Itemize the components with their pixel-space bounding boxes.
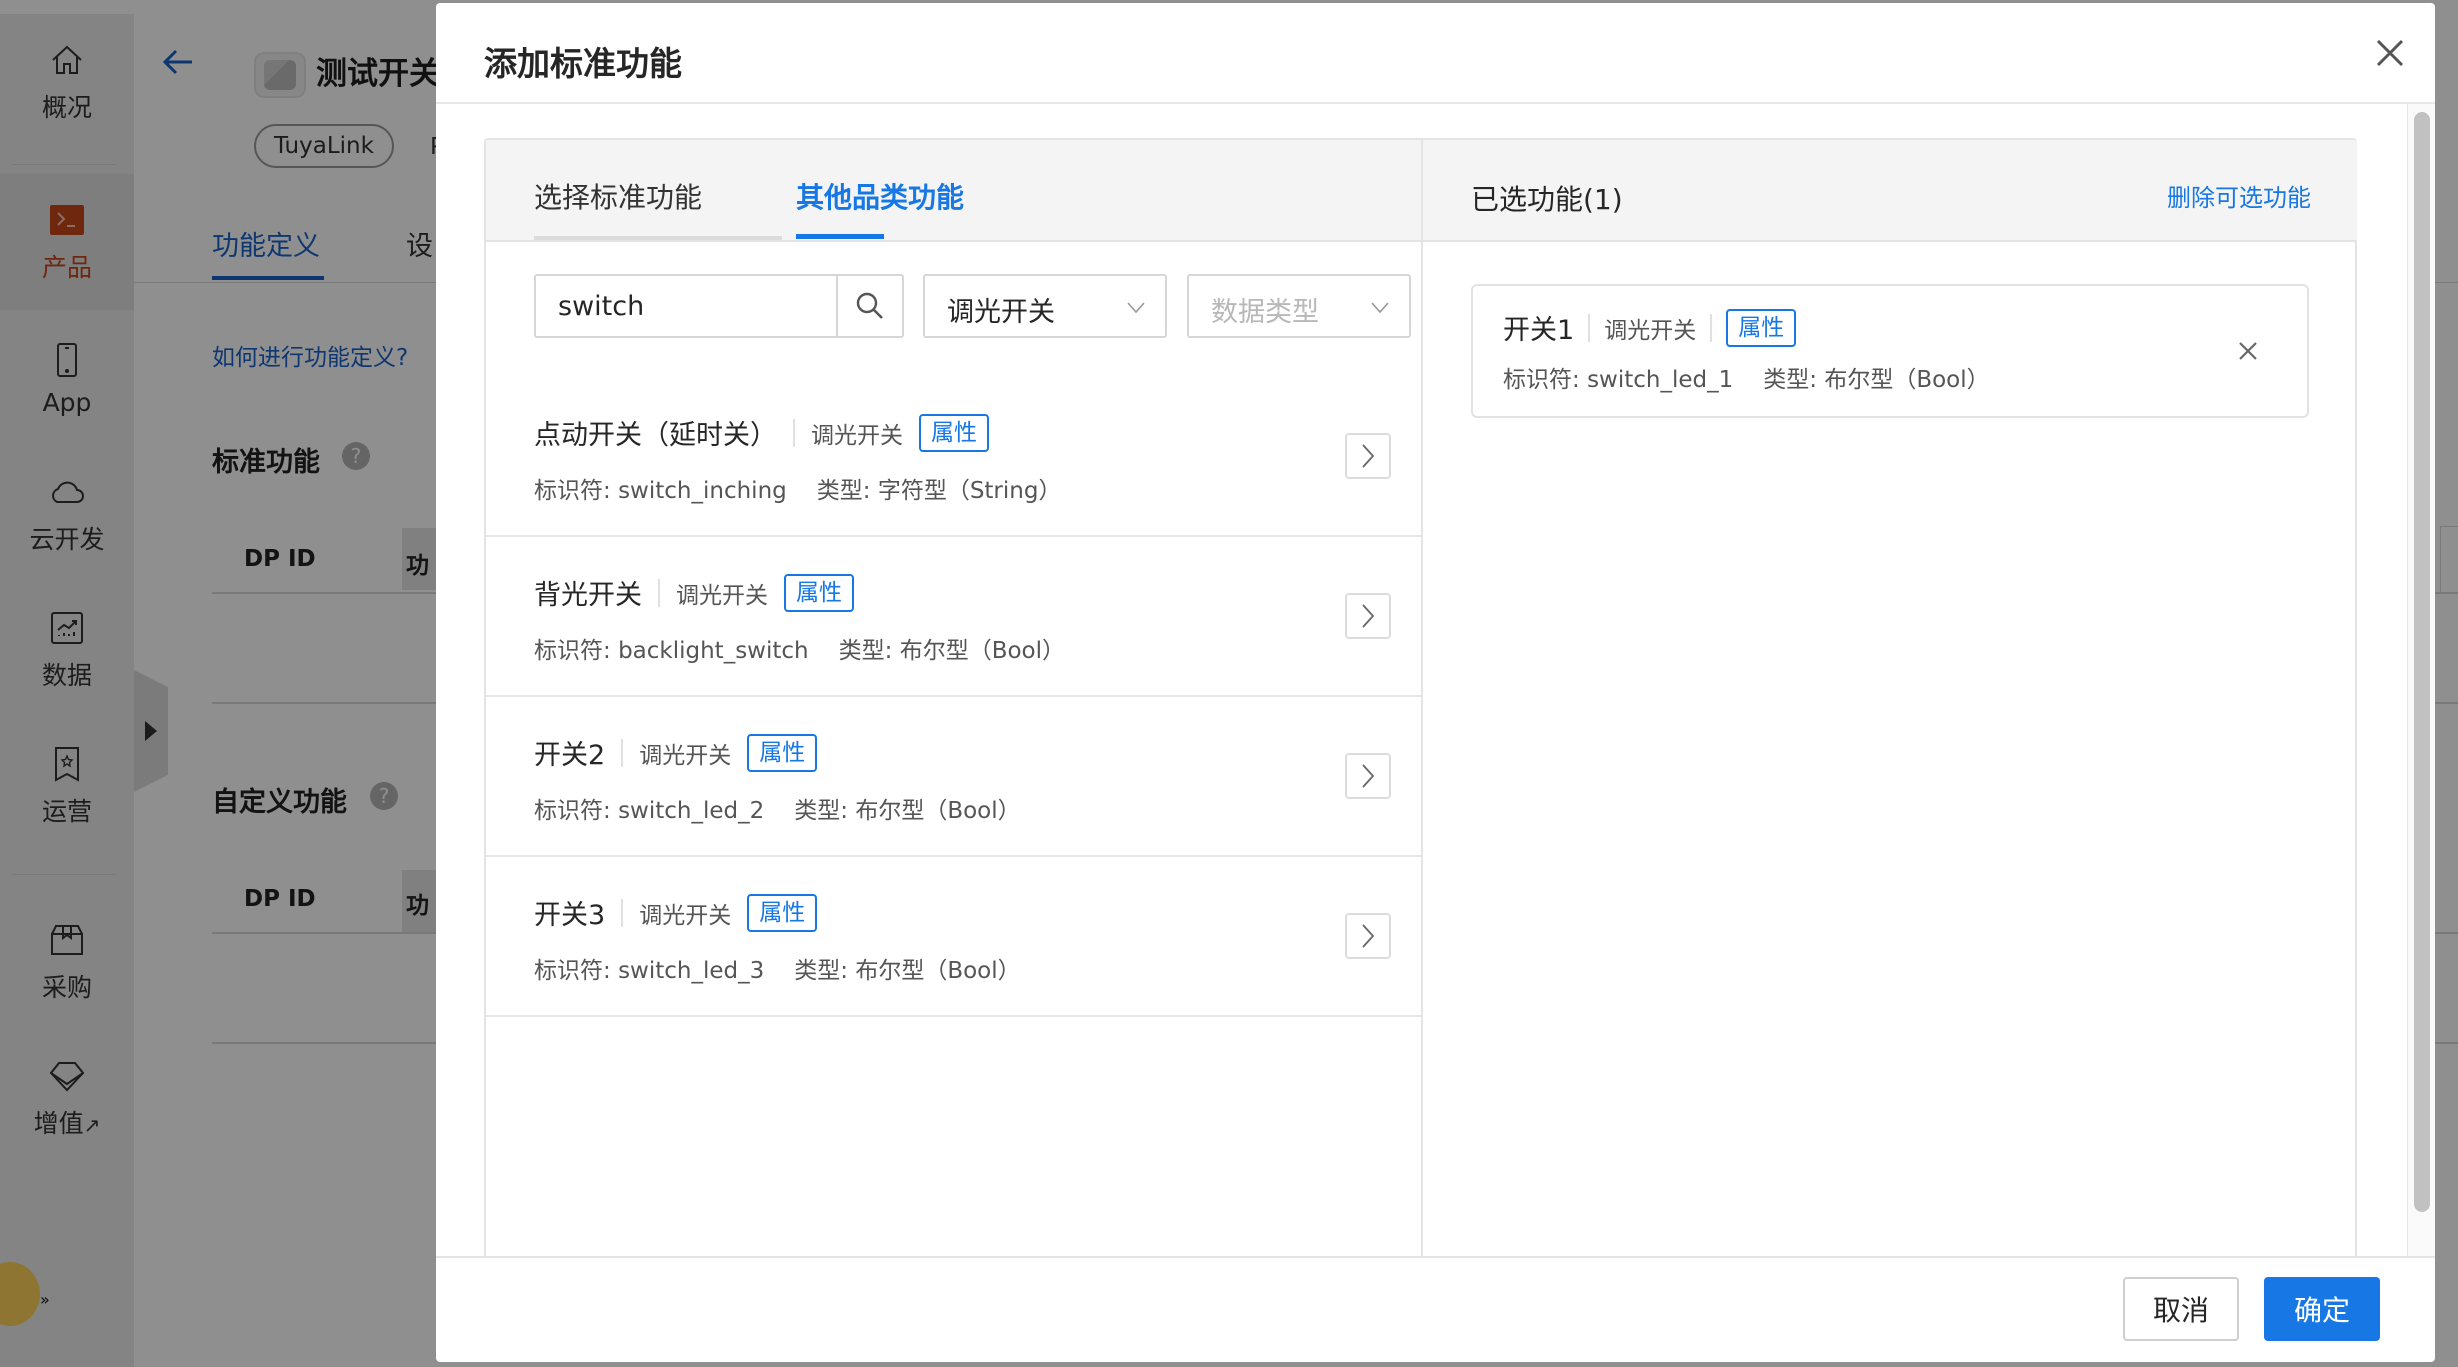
- function-category: 调光开关: [811, 422, 903, 449]
- search-field: [534, 274, 904, 338]
- function-type: 布尔型（Bool）: [855, 958, 1021, 984]
- chevron-right-icon: [1362, 764, 1375, 788]
- footer-divider: [436, 1256, 2435, 1258]
- chevron-down-icon: [1127, 302, 1145, 314]
- add-function-button[interactable]: [1345, 913, 1391, 959]
- property-tag: 属性: [919, 413, 989, 452]
- function-name: 背光开关: [534, 580, 642, 611]
- tab-active-indicator: [796, 234, 884, 239]
- add-function-button[interactable]: [1345, 433, 1391, 479]
- function-meta: 标识符: switch_led_2 类型: 布尔型（Bool）: [534, 798, 1021, 824]
- function-identifier: backlight_switch: [618, 638, 809, 664]
- remove-selected-icon[interactable]: [2233, 336, 2263, 366]
- list-item: 开关3 调光开关 属性 标识符: switch_led_3 类型: 布尔型（Boo…: [486, 857, 1421, 1017]
- list-item: 点动开关（延时关） 调光开关 属性 标识符: switch_inching 类型:…: [486, 377, 1421, 537]
- function-type: 布尔型（Bool）: [855, 798, 1021, 824]
- function-category: 调光开关: [639, 902, 732, 929]
- property-tag: 属性: [747, 733, 818, 772]
- add-function-button[interactable]: [1345, 593, 1391, 639]
- divider: [621, 738, 624, 767]
- header-divider: [436, 102, 2435, 104]
- page-edge-handle: [2440, 526, 2458, 594]
- function-category: 调光开关: [1604, 317, 1697, 344]
- chevron-right-icon: [1362, 604, 1375, 628]
- close-icon[interactable]: [2372, 35, 2408, 71]
- function-name: 开关3: [534, 900, 606, 931]
- divider: [658, 578, 660, 607]
- search-input[interactable]: [536, 276, 836, 336]
- divider: [1588, 313, 1591, 342]
- property-tag: 属性: [1726, 308, 1797, 347]
- function-category: 调光开关: [676, 582, 768, 609]
- function-type: 布尔型（Bool）: [899, 638, 1065, 664]
- selected-count-title: 已选功能(1): [1471, 183, 1623, 216]
- divider: [621, 898, 624, 927]
- function-type: 布尔型（Bool）: [1824, 367, 1990, 393]
- selected-header: 已选功能(1) 删除可选功能: [1423, 140, 2357, 242]
- available-functions-panel: 选择标准功能 其他品类功能 调光开关 数据类型: [486, 140, 1423, 1256]
- confirm-button[interactable]: 确定: [2264, 1277, 2380, 1341]
- function-category: 调光开关: [639, 742, 732, 769]
- function-type: 字符型（String）: [877, 478, 1062, 504]
- selected-function-card: 开关1 调光开关 属性 标识符: switch_led_1 类型: 布尔型（Boo…: [1471, 284, 2309, 418]
- divider: [1710, 313, 1713, 342]
- category-select-value: 调光开关: [947, 297, 1055, 328]
- function-name: 开关1: [1503, 315, 1575, 346]
- divider: [793, 418, 795, 447]
- scrollbar-thumb[interactable]: [2414, 112, 2430, 1212]
- tab-select-standard[interactable]: 选择标准功能: [534, 176, 702, 216]
- datatype-select-placeholder: 数据类型: [1211, 297, 1319, 328]
- category-select[interactable]: 调光开关: [923, 274, 1167, 338]
- function-tabs: 选择标准功能 其他品类功能: [486, 140, 1421, 242]
- function-transfer-panel: 选择标准功能 其他品类功能 调光开关 数据类型: [484, 138, 2357, 1256]
- property-tag: 属性: [784, 573, 854, 612]
- tab-inactive-indicator: [534, 236, 782, 240]
- function-name: 开关2: [534, 740, 606, 771]
- search-icon: [856, 292, 883, 319]
- function-meta: 标识符: switch_inching 类型: 字符型（String）: [534, 478, 1062, 504]
- add-function-button[interactable]: [1345, 753, 1391, 799]
- page: 概况 产品 App 云开发 数据 运营 采购 增值↗ » 测试开关 TuyaLi…: [0, 0, 2458, 1367]
- selected-functions-panel: 已选功能(1) 删除可选功能 开关1 调光开关 属性 标识符: switch_l…: [1423, 140, 2357, 1256]
- function-meta: 标识符: switch_led_3 类型: 布尔型（Bool）: [534, 958, 1021, 984]
- property-tag: 属性: [747, 893, 818, 932]
- chevron-right-icon: [1362, 444, 1375, 468]
- remove-optional-link[interactable]: 删除可选功能: [2167, 178, 2311, 213]
- function-identifier: switch_led_3: [618, 958, 765, 984]
- function-identifier: switch_led_1: [1587, 367, 1734, 393]
- function-meta: 标识符: switch_led_1 类型: 布尔型（Bool）: [1503, 367, 1990, 393]
- datatype-select[interactable]: 数据类型: [1187, 274, 1411, 338]
- search-button[interactable]: [836, 276, 902, 336]
- function-identifier: switch_led_2: [618, 798, 765, 824]
- function-identifier: switch_inching: [618, 478, 787, 504]
- function-name: 点动开关（延时关）: [534, 420, 777, 451]
- chevron-right-icon: [1362, 924, 1375, 948]
- tab-other-category[interactable]: 其他品类功能: [796, 176, 964, 216]
- add-standard-function-modal: 添加标准功能 选择标准功能 其他品类功能 调光: [436, 3, 2435, 1362]
- modal-title: 添加标准功能: [484, 44, 682, 83]
- chevron-down-icon: [1371, 302, 1389, 314]
- list-item: 背光开关 调光开关 属性 标识符: backlight_switch 类型: 布尔…: [486, 537, 1421, 697]
- list-item: 开关2 调光开关 属性 标识符: switch_led_2 类型: 布尔型（Boo…: [486, 697, 1421, 857]
- function-meta: 标识符: backlight_switch 类型: 布尔型（Bool）: [534, 638, 1065, 664]
- cancel-button[interactable]: 取消: [2123, 1277, 2239, 1341]
